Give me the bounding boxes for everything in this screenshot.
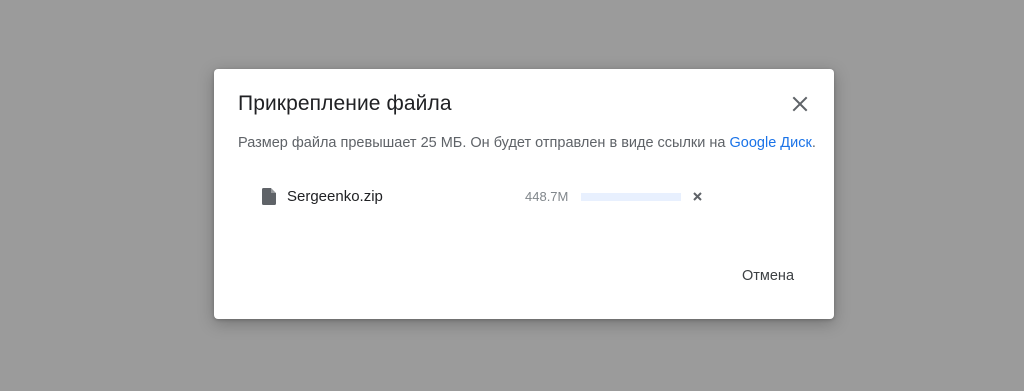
close-icon [792, 96, 808, 112]
attach-file-dialog: Прикрепление файла Размер файла превышае… [214, 69, 834, 319]
message-end: . [811, 135, 816, 151]
close-button[interactable] [787, 91, 813, 117]
remove-icon [693, 192, 702, 201]
message-text: Размер файла превышает 25 МБ. Он будет о… [238, 135, 730, 151]
file-name: Sergeenko.zip [287, 188, 383, 205]
cancel-button[interactable]: Отмена [730, 261, 806, 291]
file-icon [262, 188, 276, 205]
file-size: 448.7M [525, 189, 569, 204]
size-warning-message: Размер файла превышает 25 МБ. Он будет о… [238, 135, 816, 151]
upload-progress-bar [581, 193, 681, 201]
google-drive-link[interactable]: Google Диск [730, 135, 812, 151]
attachment-row: Sergeenko.zip 448.7M [214, 185, 834, 209]
dialog-title: Прикрепление файла [238, 92, 452, 115]
remove-attachment-button[interactable] [692, 191, 703, 202]
